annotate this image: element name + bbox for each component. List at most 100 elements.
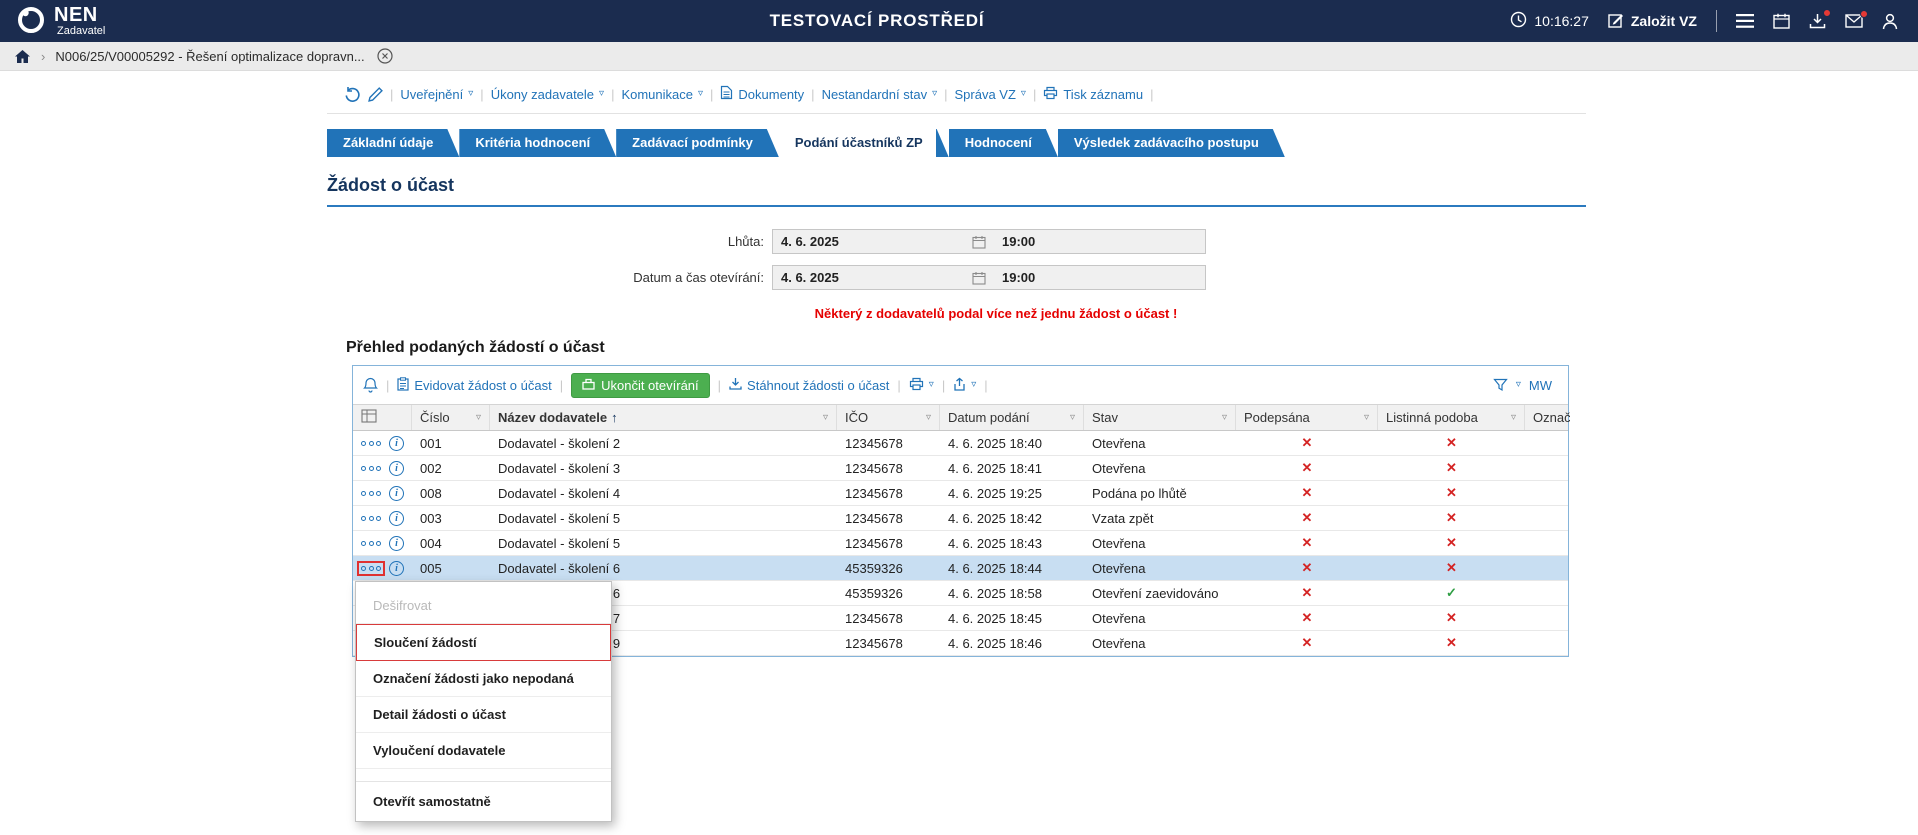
- action-dokumenty[interactable]: Dokumenty: [720, 85, 804, 103]
- filter-caret-icon[interactable]: ▿: [1216, 412, 1227, 423]
- oteviranni-time-input[interactable]: 19:00: [990, 270, 1205, 285]
- filter-caret-icon[interactable]: ▿: [1358, 412, 1369, 423]
- cell-oznacena: [1525, 506, 1570, 530]
- field-label-oteviranni: Datum a čas otevírání:: [327, 270, 772, 285]
- column-header-ico[interactable]: IČO▿: [837, 405, 940, 430]
- column-header-nazev-dodavatele[interactable]: Název dodavatele↑▿: [490, 405, 837, 430]
- column-label: Stav: [1092, 410, 1118, 425]
- action-sprava-vz[interactable]: Správa VZ▿: [955, 87, 1026, 102]
- menu-item-vylouceni-dodavatele[interactable]: Vyloučení dodavatele: [356, 733, 611, 769]
- calendar-icon[interactable]: [968, 271, 990, 285]
- stahnout-zadosti-link[interactable]: Stáhnout žádosti o účast: [729, 377, 889, 393]
- filter-caret-icon[interactable]: ▿: [1064, 412, 1075, 423]
- chevron-down-icon[interactable]: ▿: [1516, 380, 1521, 390]
- ukoncit-oteviranni-button[interactable]: Ukončit otevírání: [571, 373, 710, 398]
- home-icon[interactable]: [14, 49, 31, 64]
- export-menu-button[interactable]: ▿: [953, 377, 976, 394]
- column-label: Číslo: [420, 410, 450, 425]
- action-komunikace[interactable]: Komunikace▿: [621, 87, 703, 102]
- tab-hodnoceni[interactable]: Hodnocení: [949, 129, 1058, 157]
- create-vz-button[interactable]: Založit VZ: [1608, 12, 1697, 31]
- info-icon[interactable]: i: [389, 536, 404, 551]
- table-row[interactable]: i003Dodavatel - školení 5123456784. 6. 2…: [353, 506, 1568, 531]
- cell-ico: 12345678: [837, 456, 940, 480]
- action-nestandardni-stav[interactable]: Nestandardní stav▿: [822, 87, 938, 102]
- table-row[interactable]: i001Dodavatel - školení 2123456784. 6. 2…: [353, 431, 1568, 456]
- calendar-icon[interactable]: [968, 235, 990, 249]
- messages-icon[interactable]: [1845, 14, 1863, 28]
- nen-logo[interactable]: NEN Zadavatel: [16, 5, 105, 38]
- select-column-header[interactable]: [353, 405, 412, 430]
- oteviranni-date-input[interactable]: 4. 6. 2025: [773, 270, 968, 285]
- downloads-icon[interactable]: [1809, 13, 1826, 29]
- column-header-stav[interactable]: Stav ▿: [1084, 405, 1236, 430]
- row-menu-button[interactable]: [359, 538, 383, 549]
- info-icon[interactable]: i: [389, 486, 404, 501]
- filter-caret-icon[interactable]: ▿: [817, 412, 828, 423]
- cell-datum-podani: 4. 6. 2025 18:40: [940, 431, 1084, 455]
- tab-podani-ucastniku-zp[interactable]: Podání účastníků ZP: [779, 129, 949, 157]
- table-row[interactable]: i005Dodavatel - školení 6453593264. 6. 2…: [353, 556, 1568, 581]
- info-icon[interactable]: i: [389, 561, 404, 576]
- x-icon: ✕: [1446, 610, 1457, 626]
- action-uverejneni[interactable]: Uveřejnění▿: [400, 87, 473, 102]
- breadcrumb-item[interactable]: N006/25/V00005292 - Řešení optimalizace …: [55, 49, 364, 64]
- menu-item-detail-zadosti-o-ucast[interactable]: Detail žádosti o účast: [356, 697, 611, 733]
- action-tisk-zaznamu[interactable]: Tisk záznamu: [1043, 86, 1143, 103]
- clipboard-icon: [397, 377, 409, 394]
- menu-item-slouceni-zadosti[interactable]: Sloučení žádostí: [356, 624, 611, 661]
- edit-pencil-icon[interactable]: [368, 87, 383, 102]
- table-row[interactable]: i002Dodavatel - školení 3123456784. 6. 2…: [353, 456, 1568, 481]
- lhuta-time-input[interactable]: 19:00: [990, 234, 1205, 249]
- ukoncit-label: Ukončit otevírání: [601, 378, 699, 393]
- tab-zadavaci-podminky[interactable]: Zadávací podmínky: [616, 129, 779, 157]
- row-menu-button[interactable]: [359, 438, 383, 449]
- menu-item-oznaceni-zadosti-jako-nepodana[interactable]: Označení žádosti jako nepodaná: [356, 661, 611, 697]
- close-icon[interactable]: [377, 48, 393, 64]
- table-row[interactable]: i004Dodavatel - školení 5123456784. 6. 2…: [353, 531, 1568, 556]
- print-menu-button[interactable]: ▿: [909, 377, 934, 394]
- tab-kriteria-hodnoceni[interactable]: Kritéria hodnocení: [459, 129, 616, 157]
- row-menu-button[interactable]: [359, 513, 383, 524]
- topbar-actions: 10:16:27 Založit VZ: [1510, 10, 1898, 32]
- column-header-podepsana[interactable]: Podepsána▿: [1236, 405, 1378, 430]
- lhuta-date-input[interactable]: 4. 6. 2025: [773, 234, 968, 249]
- cell-stav: Otevřena: [1084, 531, 1236, 555]
- row-menu-button[interactable]: [359, 463, 383, 474]
- tab-zakladni-udaje[interactable]: Základní údaje: [327, 129, 459, 157]
- column-header-datum-podani[interactable]: Datum podání▿: [940, 405, 1084, 430]
- cell-oznacena: [1525, 481, 1570, 505]
- column-header-oznace[interactable]: Označe▿: [1525, 405, 1570, 430]
- column-header-cislo[interactable]: Číslo ▿: [412, 405, 490, 430]
- table-row[interactable]: i008Dodavatel - školení 4123456784. 6. 2…: [353, 481, 1568, 506]
- undo-icon[interactable]: [344, 86, 361, 102]
- mw-toggle[interactable]: MW: [1529, 378, 1552, 393]
- row-menu-button[interactable]: [359, 488, 383, 499]
- info-icon[interactable]: i: [389, 461, 404, 476]
- info-icon[interactable]: i: [389, 436, 404, 451]
- filter-caret-icon[interactable]: ▿: [470, 412, 481, 423]
- menu-icon[interactable]: [1736, 14, 1754, 28]
- column-header-listinna-podoba[interactable]: Listinná podoba▿: [1378, 405, 1525, 430]
- evidovat-label: Evidovat žádost o účast: [414, 378, 551, 393]
- evidovat-zadost-link[interactable]: Evidovat žádost o účast: [397, 377, 551, 394]
- menu-item-otevrit-samostatne[interactable]: Otevřít samostatně: [356, 784, 611, 819]
- separator: |: [811, 87, 814, 102]
- info-icon[interactable]: i: [389, 511, 404, 526]
- action-ukony-zadavatele[interactable]: Úkony zadavatele▿: [491, 87, 604, 102]
- row-actions-cell: i: [353, 456, 412, 480]
- x-icon: ✕: [1302, 560, 1313, 576]
- row-actions-cell: i: [353, 556, 412, 580]
- cell-cislo: 004: [412, 531, 490, 555]
- row-menu-button[interactable]: [359, 563, 383, 574]
- user-icon[interactable]: [1882, 13, 1898, 30]
- filter-icon[interactable]: [1493, 378, 1508, 392]
- calendar-icon[interactable]: [1773, 13, 1790, 29]
- topbar-divider: [1716, 10, 1717, 32]
- action-label: Úkony zadavatele: [491, 87, 594, 102]
- filter-caret-icon[interactable]: ▿: [920, 412, 931, 423]
- cell-oznacena: [1525, 581, 1570, 605]
- tab-vysledek-zadavaciho-postupu[interactable]: Výsledek zadávacího postupu: [1058, 129, 1285, 157]
- filter-caret-icon[interactable]: ▿: [1505, 412, 1516, 423]
- notifications-bell-icon[interactable]: [363, 377, 378, 393]
